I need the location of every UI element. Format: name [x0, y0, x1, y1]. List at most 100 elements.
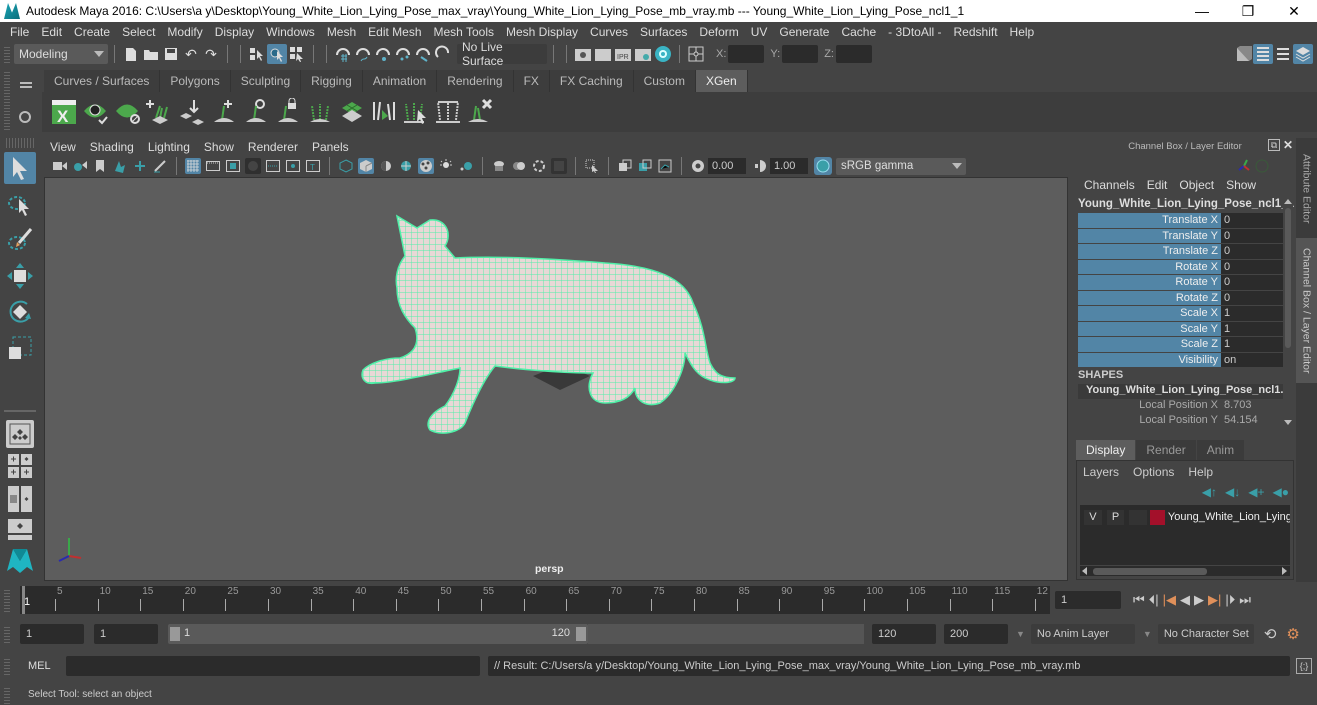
shape-attr-value[interactable]: 54.154	[1221, 414, 1258, 429]
transform-constraint-icon[interactable]	[686, 44, 706, 64]
move-layer-down-icon[interactable]: ◀↓	[1225, 485, 1240, 499]
shelf-tab-fx[interactable]: FX	[513, 70, 550, 92]
grip-handle[interactable]	[6, 138, 34, 148]
scroll-down-icon[interactable]	[1284, 420, 1292, 425]
cb-menu-show[interactable]: Show	[1226, 178, 1256, 194]
grip-handle[interactable]	[4, 72, 10, 130]
menu-modify[interactable]: Modify	[161, 25, 208, 39]
grip-handle[interactable]	[4, 657, 10, 675]
channel-name[interactable]: Rotate X	[1078, 259, 1221, 275]
place-guides-icon[interactable]	[176, 96, 208, 128]
playback-end-field[interactable]: 120	[872, 624, 936, 644]
2d-pan-zoom-icon[interactable]	[132, 158, 148, 174]
grip-handle[interactable]	[4, 45, 10, 63]
menu-create[interactable]: Create	[68, 25, 116, 39]
shelf-tab-fx-caching[interactable]: FX Caching	[549, 70, 634, 92]
shelf-tab-animation[interactable]: Animation	[362, 70, 438, 92]
open-scene-icon[interactable]	[141, 44, 161, 64]
menu-curves[interactable]: Curves	[584, 25, 634, 39]
step-forward-key-icon[interactable]: ▶|	[1208, 592, 1221, 608]
channel-row[interactable]: Translate Y0	[1078, 228, 1283, 244]
sculpt-guides-icon[interactable]	[240, 96, 272, 128]
script-editor-icon[interactable]: {;}	[1296, 658, 1312, 674]
grip-handle[interactable]	[4, 625, 10, 643]
step-back-key-icon[interactable]: |◀	[1163, 592, 1176, 608]
move-layer-up-icon[interactable]: ◀↑	[1202, 485, 1217, 499]
z-coordinate-field[interactable]	[835, 45, 872, 63]
go-to-end-icon[interactable]: ⏭	[1239, 592, 1251, 608]
menu-windows[interactable]: Windows	[260, 25, 321, 39]
shelf-tab-sculpting[interactable]: Sculpting	[230, 70, 302, 92]
panel-menu-view[interactable]: View	[50, 140, 76, 154]
shelf-tab-rendering[interactable]: Rendering	[437, 70, 514, 92]
snap-icon[interactable]	[433, 44, 453, 64]
menu-edit-mesh[interactable]: Edit Mesh	[362, 25, 427, 39]
mel-label[interactable]: MEL	[28, 660, 62, 672]
layer-name[interactable]: Young_White_Lion_Lying	[1168, 511, 1290, 523]
select-by-component-icon[interactable]	[287, 44, 307, 64]
menu-uv[interactable]: UV	[745, 25, 774, 39]
layer-tab-anim[interactable]: Anim	[1196, 440, 1245, 460]
snap-to-view-plane-icon[interactable]	[393, 44, 413, 64]
layer-tab-display[interactable]: Display	[1076, 440, 1136, 460]
channel-value[interactable]: 0	[1221, 259, 1283, 275]
depth-of-field-icon[interactable]	[551, 158, 567, 174]
panel-menu-renderer[interactable]: Renderer	[248, 140, 298, 154]
scroll-up-icon[interactable]	[1284, 199, 1292, 204]
current-frame-field[interactable]: 1	[1055, 591, 1121, 609]
channel-name[interactable]: Rotate Z	[1078, 290, 1221, 306]
layer-menu-layers[interactable]: Layers	[1083, 465, 1119, 479]
viewport-persp[interactable]: persp	[44, 177, 1068, 581]
wireframe-icon[interactable]	[338, 158, 354, 174]
menu-surfaces[interactable]: Surfaces	[634, 25, 693, 39]
channel-row[interactable]: Scale Y1	[1078, 321, 1283, 337]
live-surface-field[interactable]: No Live Surface	[457, 40, 547, 68]
close-button[interactable]: ✕	[1271, 0, 1317, 22]
shape-name[interactable]: Young_White_Lion_Lying_Pose_ncl1...	[1078, 384, 1283, 399]
textured-icon[interactable]	[418, 158, 434, 174]
menu-redshift[interactable]: Redshift	[948, 25, 1004, 39]
gamma-field[interactable]: 1.00	[770, 158, 808, 174]
description-icon[interactable]	[336, 96, 368, 128]
channel-value[interactable]: 0	[1221, 290, 1283, 306]
menu-mesh-tools[interactable]: Mesh Tools	[428, 25, 500, 39]
range-end-handle[interactable]	[576, 627, 586, 641]
exposure-icon[interactable]	[690, 158, 706, 174]
character-set-dropdown[interactable]: No Character Set	[1157, 624, 1254, 644]
color-management-toggle-icon[interactable]	[814, 157, 832, 175]
cb-menu-edit[interactable]: Edit	[1147, 178, 1168, 194]
channel-box-scrollbar[interactable]	[1283, 197, 1293, 427]
channel-name[interactable]: Scale Y	[1078, 321, 1221, 337]
anim-layer-dropdown[interactable]: No Anim Layer	[1030, 624, 1135, 644]
x-coordinate-field[interactable]	[728, 45, 765, 63]
select-tool-icon[interactable]	[4, 152, 36, 184]
scroll-right-icon[interactable]	[1282, 567, 1287, 575]
image-plane-icon[interactable]	[112, 158, 128, 174]
shelf-tab-curves-surfaces[interactable]: Curves / Surfaces	[44, 70, 161, 92]
close-panel-icon[interactable]: ✕	[1283, 138, 1293, 152]
snap-to-curve-icon[interactable]	[353, 44, 373, 64]
snap-to-point-icon[interactable]	[373, 44, 393, 64]
channel-row[interactable]: Rotate Z0	[1078, 290, 1283, 306]
exposure-field[interactable]: 0.00	[708, 158, 746, 174]
float-panel-icon[interactable]: ⧉	[1268, 139, 1280, 151]
select-camera-icon[interactable]	[52, 158, 68, 174]
xgen-editor-icon[interactable]: X	[48, 96, 80, 128]
xray-joints-icon[interactable]	[657, 158, 673, 174]
attribute-editor-tab[interactable]: Attribute Editor	[1296, 144, 1317, 234]
channel-row[interactable]: Scale Z1	[1078, 337, 1283, 353]
channel-value[interactable]: 0	[1221, 228, 1283, 244]
layer-color-swatch[interactable]	[1150, 509, 1165, 525]
guides-to-curves-icon[interactable]	[304, 96, 336, 128]
shadows-icon[interactable]	[458, 158, 474, 174]
view-transform-dropdown[interactable]: sRGB gamma	[836, 157, 966, 175]
layer-menu-help[interactable]: Help	[1188, 465, 1213, 479]
channel-row[interactable]: Rotate X0	[1078, 259, 1283, 275]
grip-handle[interactable]	[4, 685, 10, 704]
panel-menu-shading[interactable]: Shading	[90, 140, 134, 154]
fur-groom-icon[interactable]	[368, 96, 400, 128]
isolate-select-icon[interactable]	[584, 158, 600, 174]
persp-graph-layout-icon[interactable]	[4, 518, 36, 540]
scroll-left-icon[interactable]	[1082, 567, 1087, 575]
channel-value[interactable]: 0	[1221, 213, 1283, 229]
